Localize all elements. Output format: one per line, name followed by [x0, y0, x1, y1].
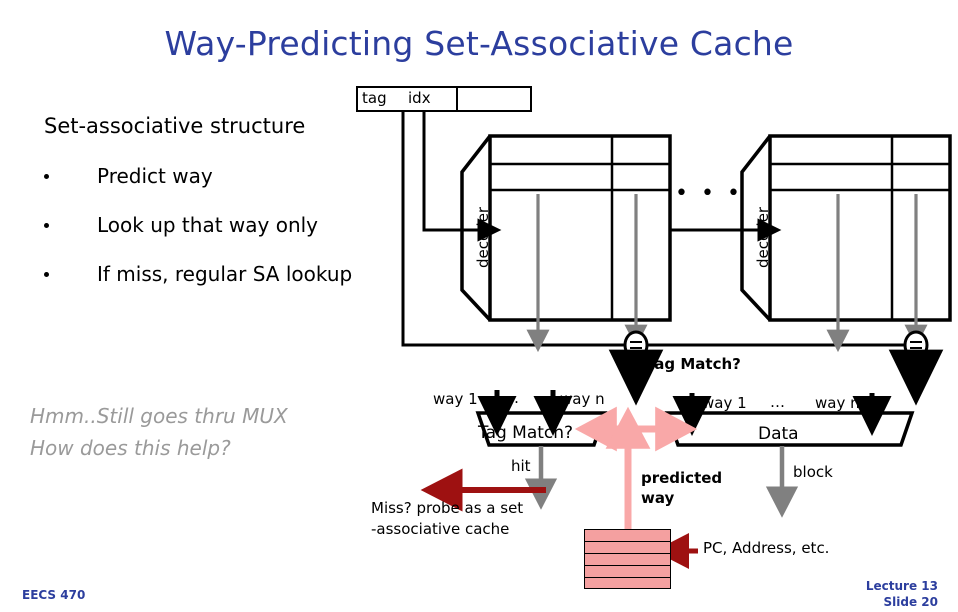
mux-right-output-label: block — [793, 463, 833, 481]
mux-right-input-ellipsis: … — [770, 393, 787, 411]
slide-canvas: Way-Predicting Set-Associative Cache Set… — [0, 0, 958, 612]
predicted-way-label-line-1: predicted — [641, 469, 723, 487]
mux-left-output-label: hit — [511, 457, 531, 475]
comparator-left — [608, 330, 664, 406]
mux-left-input-ellipsis: … — [504, 389, 521, 407]
way-prediction-table — [584, 529, 671, 589]
mux-left-input-first-label: way 1 — [433, 390, 478, 408]
mux-right-label: Data — [758, 424, 799, 444]
mux-right-input-first-label: way 1 — [702, 394, 747, 412]
miss-probe-note-line-2: -associative cache — [371, 520, 510, 538]
miss-probe-note: Miss? probe as a set -associative cache — [371, 498, 523, 540]
footer-lecture-slide: Lecture 13 Slide 20 — [860, 578, 938, 610]
array-ellipsis: • • • — [675, 181, 743, 206]
mux-right-input-last-label: way n — [815, 394, 860, 412]
predicted-way-label: predicted way — [641, 468, 722, 508]
comparator-right — [888, 330, 944, 406]
mux-left-input-last-label: way n — [560, 390, 605, 408]
cache-array-2 — [768, 134, 952, 353]
decoder-label: decoder — [754, 206, 772, 268]
predicted-way-label-line-2: way — [641, 489, 675, 507]
tag-match-bus-label: Tag Match? — [646, 355, 741, 373]
cache-array-1 — [488, 134, 672, 353]
miss-probe-note-line-1: Miss? probe as a set — [371, 499, 524, 517]
decoder-label: decoder — [474, 206, 492, 268]
footer-slide-label: Slide 20 — [883, 595, 938, 609]
way-prediction-table-row — [585, 566, 670, 578]
pc-address-label: PC, Address, etc. — [703, 539, 830, 557]
footer-lecture-label: Lecture 13 — [865, 579, 938, 593]
mux-left-label: Tag Match? — [478, 423, 574, 443]
way-prediction-table-row — [585, 542, 670, 554]
way-prediction-table-row — [585, 578, 670, 590]
way-prediction-table-row — [585, 554, 670, 566]
way-prediction-table-row — [585, 530, 670, 542]
footer-course-label: EECS 470 — [22, 588, 86, 602]
